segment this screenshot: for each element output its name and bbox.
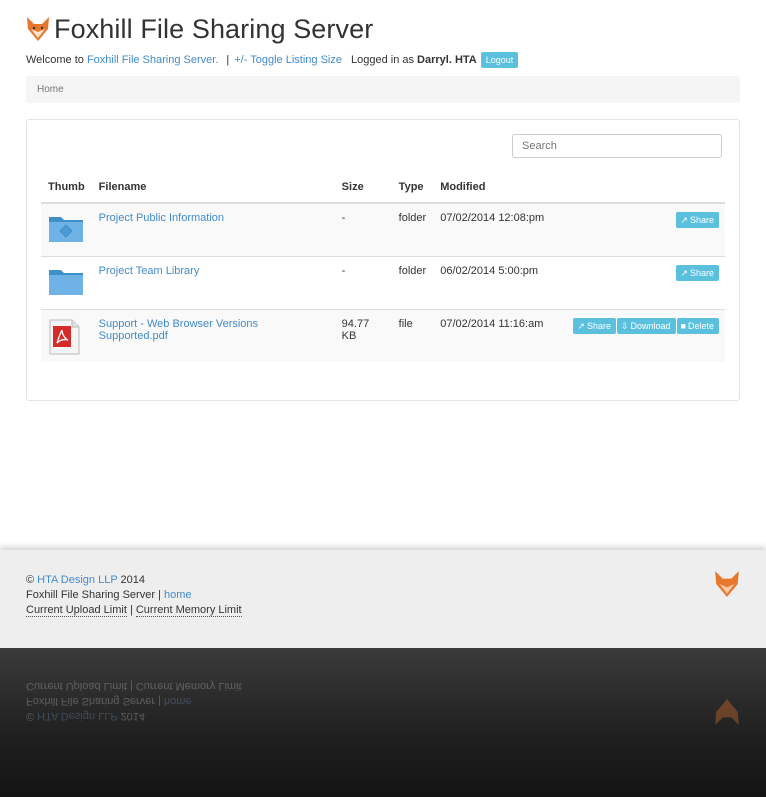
logged-in-prefix: Logged in as	[350, 54, 414, 66]
reflection-image: © HTA Design LLP 2014 Foxhill File Shari…	[0, 648, 766, 746]
reflection-separator: |	[158, 695, 161, 707]
share-button[interactable]: ↗ Share	[676, 212, 719, 228]
copyright-symbol: ©	[26, 574, 35, 586]
page-header: Foxhill File Sharing Server Welcome to F…	[26, 12, 740, 68]
filename-link[interactable]: Project Public Information	[99, 212, 224, 224]
search-input[interactable]	[512, 134, 722, 158]
folder-icon[interactable]	[48, 266, 84, 296]
footer-separator: |	[129, 604, 133, 616]
column-actions	[552, 172, 725, 204]
size-cell: 94.77 KB	[334, 309, 392, 362]
type-cell: folder	[391, 202, 434, 257]
trash-icon: ■	[680, 321, 686, 331]
share-label: Share	[689, 268, 714, 278]
delete-button[interactable]: ■ Delete	[676, 318, 719, 334]
welcome-bar: Welcome to Foxhill File Sharing Server. …	[26, 52, 519, 68]
pdf-file-icon[interactable]	[48, 319, 80, 355]
breadcrumb-home[interactable]: Home	[37, 84, 64, 95]
file-listing-panel: Thumb Filename Size Type Modified Projec…	[26, 119, 740, 401]
reflection-server-name: Foxhill File Sharing Server	[26, 695, 155, 707]
filename-link[interactable]: Project Team Library	[99, 265, 200, 277]
column-thumb: Thumb	[41, 172, 92, 204]
download-icon: ⇩	[620, 321, 629, 331]
thumb-cell	[41, 202, 92, 257]
reflection-upload: Current Upload Limit	[26, 680, 127, 692]
actions-cell: ↗ Share	[552, 202, 725, 257]
type-cell: file	[391, 309, 434, 362]
reflection-company: HTA Design LLP	[37, 710, 118, 722]
brand: Foxhill File Sharing Server	[26, 12, 740, 46]
upload-limit-link[interactable]: Current Upload Limit	[26, 604, 127, 617]
share-button[interactable]: ↗ Share	[676, 265, 719, 281]
footer-separator: |	[158, 589, 161, 601]
toggle-listing-size-link[interactable]: +/- Toggle Listing Size	[234, 54, 342, 66]
share-icon: ↗	[680, 268, 688, 278]
reflection-year: 2014	[120, 710, 146, 722]
footer-fox-logo-icon	[715, 571, 739, 597]
public-folder-icon[interactable]	[48, 213, 84, 243]
modified-cell: 07/02/2014 11:16:am	[433, 309, 553, 362]
table-row: Project Public Information - folder 07/0…	[41, 202, 725, 257]
reflection-copyright: ©	[26, 710, 35, 722]
file-table: Thumb Filename Size Type Modified Projec…	[41, 172, 725, 362]
thumb-cell	[41, 309, 92, 362]
logout-button[interactable]: Logout	[480, 52, 519, 68]
modified-cell: 06/02/2014 5:00:pm	[433, 256, 553, 310]
table-header-row: Thumb Filename Size Type Modified	[41, 172, 725, 204]
share-button[interactable]: ↗ Share	[573, 318, 616, 334]
download-label: Download	[630, 321, 671, 331]
reflection-fox-icon	[715, 699, 739, 725]
share-label: Share	[689, 215, 714, 225]
size-cell: -	[334, 202, 392, 257]
logged-in-user: Darryl. HTA	[417, 54, 477, 66]
copyright-year: 2014	[120, 574, 146, 586]
type-cell: folder	[391, 256, 434, 310]
table-row: Project Team Library - folder 06/02/2014…	[41, 256, 725, 310]
footer-home-link[interactable]: home	[164, 589, 192, 601]
footer-reflection: © HTA Design LLP 2014 Foxhill File Shari…	[0, 648, 766, 797]
column-modified[interactable]: Modified	[433, 172, 553, 204]
share-icon: ↗	[680, 215, 688, 225]
column-filename[interactable]: Filename	[91, 172, 335, 204]
reflection-memory: Current Memory Limit	[135, 680, 242, 692]
site-home-link[interactable]: Foxhill File Sharing Server.	[87, 54, 218, 66]
reflection-separator: |	[129, 680, 133, 692]
download-button[interactable]: ⇩ Download	[616, 318, 676, 334]
memory-limit-link[interactable]: Current Memory Limit	[135, 604, 242, 617]
footer-server-name: Foxhill File Sharing Server	[26, 589, 155, 601]
share-label: Share	[586, 321, 611, 331]
share-icon: ↗	[577, 321, 585, 331]
footer-text: © HTA Design LLP 2014 Foxhill File Shari…	[26, 573, 242, 618]
welcome-prefix: Welcome to	[26, 54, 84, 66]
page-title: Foxhill File Sharing Server	[54, 13, 374, 44]
column-type[interactable]: Type	[391, 172, 434, 204]
reflection-home: home	[163, 695, 192, 707]
size-cell: -	[334, 256, 392, 310]
modified-cell: 07/02/2014 12:08:pm	[433, 202, 553, 257]
table-row: Support - Web Browser Versions Supported…	[41, 309, 725, 362]
thumb-cell	[41, 256, 92, 310]
actions-cell: ↗ Share	[552, 256, 725, 310]
filename-link[interactable]: Support - Web Browser Versions Supported…	[99, 318, 258, 342]
delete-label: Delete	[687, 321, 714, 331]
page-footer: © HTA Design LLP 2014 Foxhill File Shari…	[0, 550, 766, 648]
actions-cell: ↗ Share ⇩ Download ■ Delete	[552, 309, 725, 362]
company-link[interactable]: HTA Design LLP	[37, 574, 117, 586]
column-size[interactable]: Size	[334, 172, 392, 204]
breadcrumb: Home	[26, 76, 740, 103]
separator: |	[226, 54, 230, 66]
fox-logo-icon	[27, 17, 49, 41]
